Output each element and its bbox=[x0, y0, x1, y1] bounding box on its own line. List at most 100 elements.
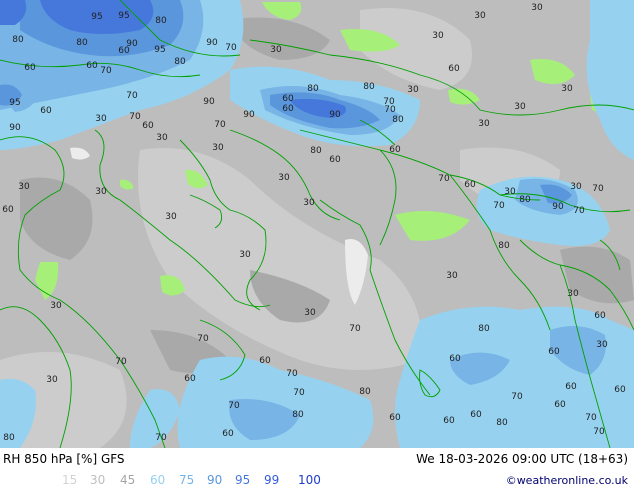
contour-label: 30 bbox=[95, 114, 107, 124]
contour-label: 30 bbox=[239, 250, 251, 260]
contour-label: 70 bbox=[573, 206, 585, 216]
contour-label: 30 bbox=[95, 187, 107, 197]
contour-label: 60 bbox=[282, 104, 294, 114]
contour-label: 90 bbox=[329, 110, 341, 120]
contour-label: 30 bbox=[407, 85, 419, 95]
contour-label: 30 bbox=[212, 143, 224, 153]
contour-label: 90 bbox=[203, 97, 215, 107]
contour-label: 30 bbox=[278, 173, 290, 183]
contour-label: 30 bbox=[304, 308, 316, 318]
contour-label: 60 bbox=[565, 382, 577, 392]
contour-label: 30 bbox=[303, 198, 315, 208]
valid-datetime: We 18-03-2026 09:00 UTC (18+63) bbox=[416, 452, 628, 466]
contour-label: 60 bbox=[443, 416, 455, 426]
contour-label: 95 bbox=[9, 98, 20, 108]
contour-label: 80 bbox=[12, 35, 24, 45]
contour-label: 80 bbox=[310, 146, 322, 156]
contour-label: 80 bbox=[496, 418, 508, 428]
contour-label: 80 bbox=[174, 57, 186, 67]
contour-label: 30 bbox=[432, 31, 444, 41]
legend-item: 90 bbox=[207, 473, 223, 487]
contour-label: 60 bbox=[259, 356, 271, 366]
contour-label: 60 bbox=[548, 347, 560, 357]
contour-label: 70 bbox=[592, 184, 604, 194]
contour-label: 70 bbox=[228, 401, 240, 411]
contour-label: 90 bbox=[552, 202, 564, 212]
contour-label: 80 bbox=[307, 84, 319, 94]
contour-label: 60 bbox=[142, 121, 154, 131]
contour-label: 60 bbox=[329, 155, 341, 165]
contour-label: 60 bbox=[448, 64, 460, 74]
legend-item: 75 bbox=[179, 473, 195, 487]
contour-label: 60 bbox=[464, 180, 476, 190]
contour-label: 60 bbox=[614, 385, 626, 395]
contour-label: 80 bbox=[392, 115, 404, 125]
contour-label: 70 bbox=[585, 413, 597, 423]
contour-label: 60 bbox=[389, 145, 401, 155]
contour-label: 90 bbox=[9, 123, 21, 133]
contour-label: 90 bbox=[126, 39, 138, 49]
contour-label: 70 bbox=[155, 433, 167, 443]
contour-label: 60 bbox=[24, 63, 36, 73]
legend-item: 15 bbox=[62, 473, 78, 487]
contour-label: 30 bbox=[596, 340, 608, 350]
contour-label: 95 bbox=[118, 11, 129, 21]
contour-label: 70 bbox=[293, 388, 305, 398]
contour-label: 30 bbox=[474, 11, 486, 21]
contour-label: 60 bbox=[40, 106, 52, 116]
contour-label: 70 bbox=[126, 91, 138, 101]
contour-label: 95 bbox=[91, 12, 102, 22]
contour-label: 60 bbox=[184, 374, 196, 384]
contour-label: 60 bbox=[449, 354, 461, 364]
contour-label: 60 bbox=[2, 205, 14, 215]
contour-label: 70 bbox=[593, 427, 605, 437]
contour-label: 70 bbox=[129, 112, 141, 122]
contour-label: 30 bbox=[18, 182, 30, 192]
contour-label: 80 bbox=[76, 38, 88, 48]
contour-label: 60 bbox=[594, 311, 606, 321]
contour-label: 70 bbox=[438, 174, 450, 184]
credit-link[interactable]: ©weatheronline.co.uk bbox=[506, 474, 628, 487]
contour-label: 95 bbox=[154, 45, 165, 55]
contour-label: 90 bbox=[206, 38, 218, 48]
contour-label: 80 bbox=[155, 16, 167, 26]
contour-label: 70 bbox=[225, 43, 237, 53]
weather-map: 95 95 80 30 30 80 80 60 90 95 90 70 30 30 60 60 70 80 70 95… bbox=[0, 0, 634, 448]
contour-label: 80 bbox=[519, 195, 531, 205]
contour-label: 60 bbox=[222, 429, 234, 439]
legend-item: 30 bbox=[90, 473, 106, 487]
contour-label: 80 bbox=[478, 324, 490, 334]
contour-label: 80 bbox=[3, 433, 15, 443]
contour-label: 70 bbox=[214, 120, 226, 130]
contour-label: 70 bbox=[197, 334, 209, 344]
contour-label: 80 bbox=[363, 82, 375, 92]
rh-map-canvas: 95 95803030808060909590 70 30306060 70807095… bbox=[0, 0, 634, 448]
contour-label: 70 bbox=[384, 105, 396, 115]
contour-label: 30 bbox=[514, 102, 526, 112]
contour-label: 30 bbox=[561, 84, 573, 94]
contour-label: 30 bbox=[156, 133, 168, 143]
contour-label: 60 bbox=[86, 61, 98, 71]
contour-label: 30 bbox=[531, 3, 543, 13]
contour-label: 30 bbox=[270, 45, 282, 55]
contour-label: 70 bbox=[115, 357, 127, 367]
contour-label: 30 bbox=[50, 301, 62, 311]
contour-label: 30 bbox=[570, 182, 582, 192]
contour-label: 30 bbox=[165, 212, 177, 222]
contour-label: 60 bbox=[470, 410, 482, 420]
legend-item: 99 bbox=[264, 473, 280, 487]
contour-label: 30 bbox=[504, 187, 516, 197]
contour-label: 80 bbox=[359, 387, 371, 397]
contour-label: 80 bbox=[498, 241, 510, 251]
contour-label: 30 bbox=[46, 375, 58, 385]
contour-label: 70 bbox=[286, 369, 298, 379]
legend-item: 95 bbox=[235, 473, 251, 487]
contour-label: 70 bbox=[493, 201, 505, 211]
map-title: RH 850 hPa [%] GFS bbox=[3, 452, 125, 466]
legend-item: 100 bbox=[298, 473, 321, 487]
contour-label: 70 bbox=[100, 66, 112, 76]
contour-label: 60 bbox=[554, 400, 566, 410]
contour-label: 70 bbox=[511, 392, 523, 402]
contour-label: 60 bbox=[389, 413, 401, 423]
contour-label: 30 bbox=[478, 119, 490, 129]
